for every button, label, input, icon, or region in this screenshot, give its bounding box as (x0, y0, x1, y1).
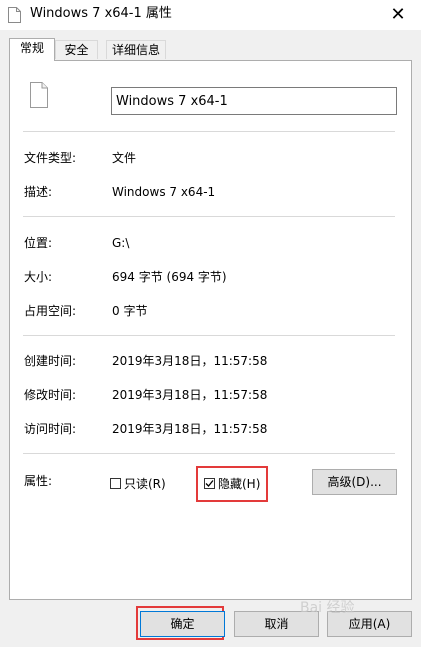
readonly-checkbox-box[interactable] (110, 478, 121, 489)
separator (23, 335, 395, 336)
created-label: 创建时间: (24, 354, 77, 368)
close-icon: ✕ (390, 4, 406, 25)
window-title: Windows 7 x64-1 属性 (30, 6, 172, 21)
size-value: 694 字节 (694 字节) (112, 270, 227, 284)
separator (23, 131, 395, 132)
size-label: 大小: (24, 270, 53, 284)
close-button[interactable]: ✕ (375, 0, 421, 30)
hidden-checkbox[interactable]: 隐藏(H) (204, 475, 260, 492)
created-value: 2019年3月18日，11:57:58 (112, 354, 268, 368)
file-type-value: 文件 (112, 151, 137, 165)
description-label: 描述: (24, 185, 53, 199)
disk-size-label: 占用空间: (24, 304, 77, 318)
tab-general[interactable]: 常规 (9, 38, 55, 61)
file-icon (8, 7, 21, 23)
location-label: 位置: (24, 236, 53, 250)
file-name-input[interactable] (111, 87, 397, 115)
checkmark-icon (205, 480, 214, 487)
file-icon (30, 82, 48, 108)
accessed-label: 访问时间: (24, 422, 77, 436)
tab-security[interactable]: 安全 (55, 40, 98, 59)
accessed-value: 2019年3月18日，11:57:58 (112, 422, 268, 436)
tab-details[interactable]: 详细信息 (106, 40, 166, 59)
readonly-checkbox[interactable]: 只读(R) (110, 475, 166, 492)
disk-size-value: 0 字节 (112, 304, 148, 318)
watermark: Bai 经验 (300, 600, 355, 616)
location-value: G:\ (112, 236, 130, 250)
separator (23, 453, 395, 454)
general-panel: 文件类型: 文件 描述: Windows 7 x64-1 位置: G:\ 大小:… (9, 60, 412, 600)
properties-dialog: Windows 7 x64-1 属性 ✕ 常规 安全 详细信息 文件类型: 文件… (0, 0, 421, 647)
hidden-label: 隐藏(H) (218, 477, 261, 491)
attributes-label: 属性: (24, 474, 53, 488)
ok-button[interactable]: 确定 (140, 611, 225, 637)
modified-value: 2019年3月18日，11:57:58 (112, 388, 268, 402)
separator (23, 216, 395, 217)
modified-label: 修改时间: (24, 388, 77, 402)
readonly-label: 只读(R) (124, 477, 166, 491)
hidden-checkbox-box[interactable] (204, 478, 215, 489)
title-bar: Windows 7 x64-1 属性 ✕ (0, 0, 421, 30)
file-type-label: 文件类型: (24, 151, 77, 165)
description-value: Windows 7 x64-1 (112, 185, 216, 199)
advanced-button[interactable]: 高级(D)... (312, 469, 397, 495)
